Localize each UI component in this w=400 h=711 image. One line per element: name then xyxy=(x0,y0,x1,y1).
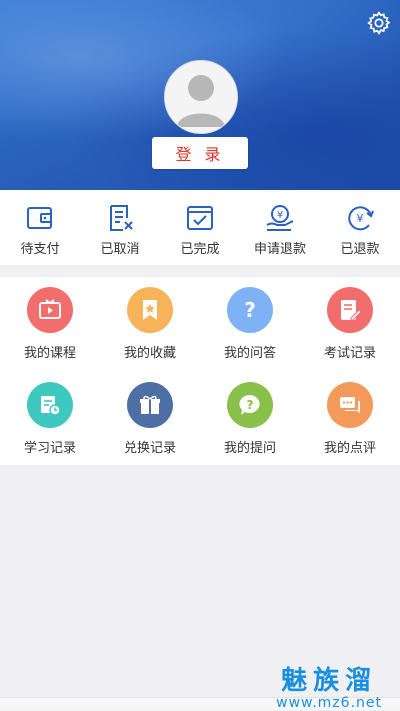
order-completed[interactable]: 已完成 xyxy=(160,190,240,265)
svg-text:¥: ¥ xyxy=(357,212,364,225)
exam-edit-icon xyxy=(327,287,373,333)
gift-icon xyxy=(127,382,173,428)
menu-label: 学习记录 xyxy=(23,441,76,456)
menu-label: 我的课程 xyxy=(23,346,76,361)
check-box-icon xyxy=(187,206,213,230)
wallet-icon xyxy=(27,207,52,229)
bookmark-star-icon xyxy=(127,287,173,333)
comment-icon xyxy=(327,382,373,428)
menu-study-records[interactable]: 学习记录 xyxy=(0,372,100,462)
order-label: 申请退款 xyxy=(253,242,306,257)
order-label: 已完成 xyxy=(180,242,220,257)
refunded-cycle-icon: ¥ xyxy=(348,206,374,231)
login-button[interactable]: 登 录 xyxy=(152,137,248,169)
svg-text:¥: ¥ xyxy=(277,210,283,221)
menu-label: 我的提问 xyxy=(223,441,276,456)
order-label: 已取消 xyxy=(100,242,140,257)
refund-hand-icon: ¥ xyxy=(266,205,294,231)
order-pending-payment[interactable]: 待支付 xyxy=(0,190,80,265)
study-clock-icon xyxy=(27,382,73,428)
profile-header: 登 录 xyxy=(0,0,400,190)
menu-my-reviews[interactable]: 我的点评 xyxy=(300,372,400,462)
menu-label: 兑换记录 xyxy=(123,441,176,456)
order-refund-request[interactable]: ¥ 申请退款 xyxy=(240,190,320,265)
order-label: 已退款 xyxy=(340,242,380,257)
menu-label: 我的收藏 xyxy=(123,346,176,361)
user-avatar-icon[interactable] xyxy=(164,60,238,134)
order-label: 待支付 xyxy=(20,242,60,257)
menu-exchange-records[interactable]: 兑换记录 xyxy=(100,372,200,462)
svg-text:?: ? xyxy=(247,398,254,412)
menu-my-favorites[interactable]: 我的收藏 xyxy=(100,277,200,367)
watermark-url: www.mz6.net xyxy=(276,695,382,711)
order-status-bar: 待支付 已取消 已完成 ¥ 申请退款 ¥ 已退款 xyxy=(0,190,400,265)
svg-text:?: ? xyxy=(244,298,256,322)
order-refunded[interactable]: ¥ 已退款 xyxy=(320,190,400,265)
order-cancelled[interactable]: 已取消 xyxy=(80,190,160,265)
tv-play-icon xyxy=(27,287,73,333)
watermark-title: 魅族溜 xyxy=(281,666,378,696)
watermark: 魅族溜 www.mz6.net xyxy=(276,668,382,710)
ask-bubble-icon: ? xyxy=(227,382,273,428)
menu-my-questions[interactable]: ? 我的提问 xyxy=(200,372,300,462)
feature-grid: 我的课程 我的收藏 ? 我的问答 考试记录 学习记录 兑换记录 ? 我的提问 我… xyxy=(0,277,400,465)
menu-label: 我的点评 xyxy=(323,441,376,456)
question-icon: ? xyxy=(227,287,273,333)
cancelled-doc-icon xyxy=(110,205,133,231)
gear-icon[interactable] xyxy=(366,10,392,36)
menu-label: 我的问答 xyxy=(223,346,276,361)
menu-label: 考试记录 xyxy=(323,346,376,361)
menu-my-courses[interactable]: 我的课程 xyxy=(0,277,100,367)
menu-exam-records[interactable]: 考试记录 xyxy=(300,277,400,367)
menu-my-qa[interactable]: ? 我的问答 xyxy=(200,277,300,367)
